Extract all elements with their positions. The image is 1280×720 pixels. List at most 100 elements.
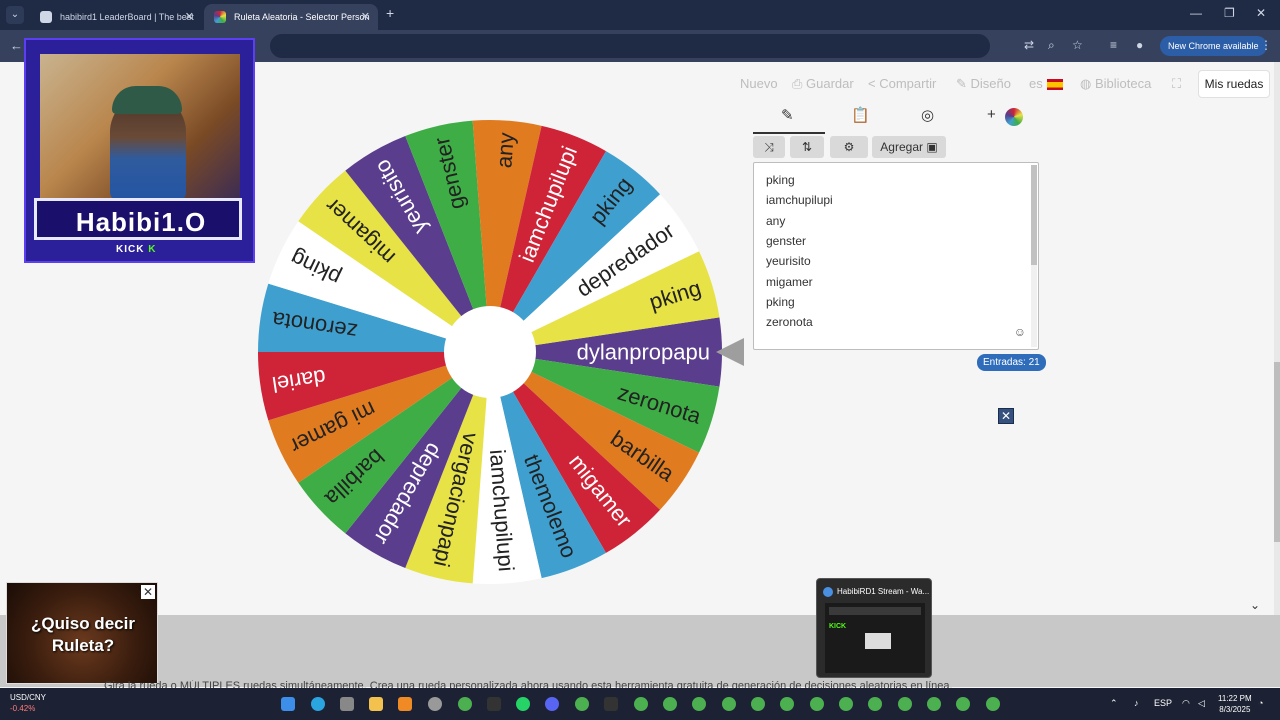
preview-image (865, 633, 891, 649)
stock-name: USD/CNY (10, 693, 47, 702)
edit-pencil-icon[interactable]: ✎ (781, 106, 794, 124)
tab-close-icon[interactable]: ✕ (185, 4, 194, 30)
app-icon[interactable] (604, 697, 618, 711)
chrome-icon[interactable] (868, 697, 882, 711)
chrome-icon[interactable] (634, 697, 648, 711)
chrome-icon[interactable] (458, 697, 472, 711)
app-icon[interactable] (340, 697, 354, 711)
chrome-icon[interactable] (751, 697, 765, 711)
entries-textarea[interactable]: pking iamchupilupi any genster yeurisito miga… (753, 162, 1039, 350)
window-close-icon[interactable]: ✕ (1256, 6, 1266, 20)
tab-title: Ruleta Aleatoria - Selector Person (234, 12, 370, 22)
wifi-icon[interactable]: ◠ (1182, 698, 1190, 709)
fullscreen-icon[interactable]: ⛶ (1172, 76, 1181, 92)
minimize-icon[interactable]: — (1190, 6, 1202, 20)
entry-line: any (766, 213, 786, 228)
file-explorer-icon[interactable] (369, 697, 383, 711)
color-wheel-icon[interactable] (1005, 108, 1023, 126)
guardar-label: Guardar (806, 76, 854, 91)
microphone-icon[interactable]: ♪ (1134, 698, 1139, 708)
tray-chevron-icon[interactable]: ⌃ (1110, 698, 1118, 709)
start-windows-icon[interactable] (281, 697, 295, 711)
spain-flag-icon (1046, 79, 1063, 91)
omnibox[interactable] (270, 34, 990, 58)
app-icon[interactable] (428, 697, 442, 711)
add-plus-icon[interactable]: + (987, 106, 996, 123)
bookmark-star-icon[interactable]: ☆ (1072, 38, 1083, 52)
settings-button[interactable]: ⚙ (830, 136, 868, 158)
translate-icon[interactable]: ⇄ (1024, 38, 1034, 52)
ruleta-favicon-icon (214, 11, 226, 23)
volume-icon[interactable]: ◁ (1198, 698, 1205, 709)
language-indicator[interactable]: ESP (1154, 698, 1172, 708)
webcam-overlay: Habibi1.O KICK K (24, 38, 255, 263)
chrome-icon[interactable] (956, 697, 970, 711)
tab-close-icon[interactable]: ✕ (361, 4, 370, 30)
chrome-icon[interactable] (692, 697, 706, 711)
chrome-icon[interactable] (898, 697, 912, 711)
chrome-icon[interactable] (986, 697, 1000, 711)
shuffle-button[interactable]: ⤨ (753, 136, 785, 158)
nuevo-button[interactable]: Nuevo (740, 76, 778, 91)
stock-widget[interactable]: USD/CNY -0.42% (10, 692, 46, 714)
stock-change: -0.42% (10, 704, 36, 713)
wheel[interactable]: dylanpropapuzeronotabarbillamigamerthemo… (256, 118, 746, 598)
hide-eye-icon[interactable]: ◎ (921, 106, 934, 124)
language-button[interactable]: es (1029, 76, 1063, 91)
textarea-scroll-thumb[interactable] (1031, 165, 1037, 265)
guardar-button[interactable]: ⎙ Guardar (792, 76, 854, 92)
maximize-icon[interactable]: ❐ (1224, 6, 1235, 20)
taskbar-window-preview[interactable]: HabibiRD1 Stream - Wa... KICK (816, 578, 932, 678)
chrome-icon[interactable] (839, 697, 853, 711)
reading-list-icon[interactable]: ≡ (1110, 38, 1117, 52)
edge-icon[interactable] (311, 697, 325, 711)
chrome-icon[interactable] (927, 697, 941, 711)
shuffle-icon: ⤨ (764, 140, 774, 154)
tab-search-chevron-icon[interactable]: ⌄ (6, 6, 24, 24)
streamer-cap (112, 86, 182, 114)
profile-icon[interactable]: ● (1136, 38, 1143, 52)
chrome-icon[interactable] (575, 697, 589, 711)
biblioteca-button[interactable]: ◍ Biblioteca (1080, 76, 1151, 92)
sort-icon: ⇅ (801, 140, 813, 154)
chrome-icon[interactable] (810, 697, 824, 711)
whatsapp-icon[interactable] (516, 697, 530, 711)
more-menu-icon[interactable]: ⋮ (1260, 38, 1272, 52)
notification-bell-icon[interactable]: ◔ (1258, 698, 1263, 708)
ad-close-icon[interactable]: ✕ (998, 408, 1014, 424)
ad-close-icon[interactable]: ✕ (141, 585, 155, 599)
roulette-ad[interactable]: ¿Quiso decir Ruleta? ✕ (6, 582, 158, 684)
diseno-label: Diseño (970, 76, 1011, 91)
chrome-icon[interactable] (780, 697, 794, 711)
page-scroll-thumb[interactable] (1274, 362, 1280, 542)
app-icon[interactable] (487, 697, 501, 711)
diseno-button[interactable]: ✎ Diseño (956, 76, 1011, 92)
app-icon[interactable] (398, 697, 412, 711)
discord-icon[interactable] (545, 697, 559, 711)
chrome-icon[interactable] (722, 697, 736, 711)
sort-button[interactable]: ⇅ (790, 136, 824, 158)
back-arrow-icon[interactable]: ← (10, 38, 23, 53)
wheel-slice-label: dylanpropapu (577, 340, 710, 365)
wheel-center[interactable] (444, 306, 536, 398)
entry-line: iamchupilupi (766, 193, 833, 208)
save-icon: ⎙ (792, 76, 807, 91)
tab-leaderboard[interactable]: habibird1 LeaderBoard | The best ✕ (30, 4, 202, 30)
mis-ruedas-button[interactable]: Mis ruedas (1198, 70, 1270, 98)
chevron-down-icon[interactable]: ⌄ (1250, 598, 1260, 612)
streamer-name: Habibi1.O (75, 207, 207, 237)
system-clock[interactable]: 11:22 PM 8/3/2025 (1218, 693, 1252, 715)
compartir-label: Compartir (879, 76, 937, 91)
preview-thumbnail: KICK (825, 603, 925, 673)
tab-ruleta[interactable]: Ruleta Aleatoria - Selector Person ✕ (204, 4, 378, 30)
new-tab-plus-icon[interactable]: + (386, 5, 394, 21)
agregar-image-button[interactable]: Agregar ▣ (872, 136, 946, 158)
zoom-icon[interactable]: ⌕ (1048, 38, 1055, 53)
compartir-button[interactable]: < Compartir (868, 76, 936, 91)
windows-taskbar: USD/CNY -0.42% ⌃ ♪ ESP ◠ ◁ 11:22 PM 8/3/… (0, 688, 1280, 720)
agregar-label: Agregar (880, 140, 923, 154)
new-chrome-available-button[interactable]: New Chrome available (1160, 36, 1267, 56)
emoji-icon[interactable]: ☺ (1014, 325, 1026, 339)
chrome-icon[interactable] (663, 697, 677, 711)
clipboard-icon[interactable]: 📋 (851, 106, 870, 124)
